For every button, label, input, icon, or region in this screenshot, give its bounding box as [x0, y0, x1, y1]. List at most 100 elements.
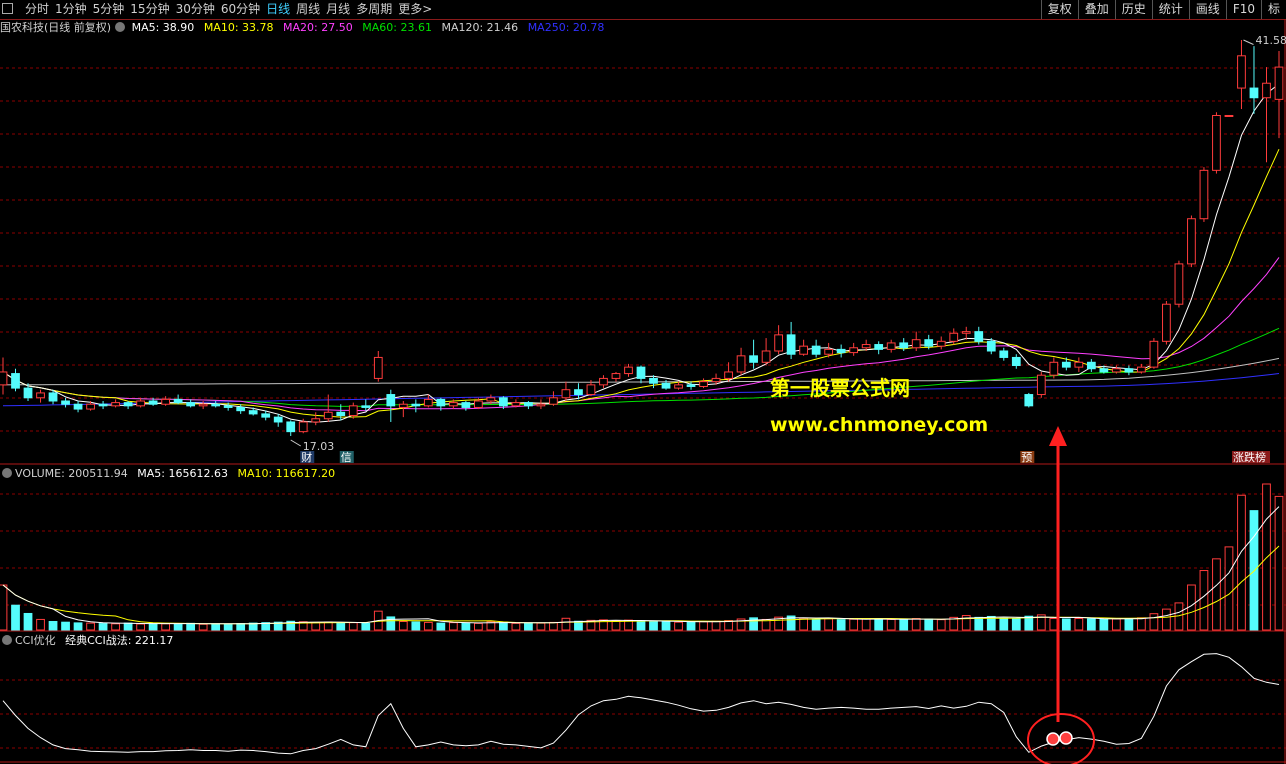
volume-bar: [98, 623, 108, 631]
volume-bar: [549, 621, 558, 631]
candle-body: [486, 397, 496, 402]
volume-bar: [211, 623, 221, 631]
candle-body: [774, 334, 783, 352]
candle-body: [749, 355, 758, 363]
candle-body: [649, 377, 658, 384]
volume-bar: [524, 622, 533, 631]
volume-bar: [499, 621, 508, 631]
candle-body: [36, 392, 45, 399]
candle-body: [236, 406, 246, 412]
candle-body: [811, 345, 821, 355]
volume-bar: [861, 618, 871, 631]
volume-bar: [11, 604, 20, 631]
volume-bar: [1074, 618, 1084, 631]
candle-body: [211, 403, 221, 407]
candle-body: [386, 394, 396, 407]
volume-bar: [711, 620, 721, 631]
candle-body: [1149, 340, 1159, 368]
candle-body: [536, 403, 546, 407]
candle-body: [886, 342, 896, 350]
candle-body: [1036, 374, 1046, 396]
volume-bar: [1124, 618, 1134, 631]
volume-bar: [448, 622, 458, 631]
volume-bar: [436, 622, 446, 631]
volume-bar: [699, 621, 708, 631]
candle-body: [736, 355, 746, 373]
candle-body: [348, 405, 358, 417]
high-price-label: 41.58: [1255, 34, 1286, 47]
volume-bar: [423, 621, 433, 631]
candle-body: [1249, 87, 1259, 99]
candle-body: [499, 397, 508, 407]
candle-body: [11, 373, 20, 389]
volume-bar: [23, 612, 33, 631]
candle-body: [423, 398, 433, 407]
volume-bar: [1061, 618, 1071, 631]
volume-bar: [1011, 618, 1021, 631]
volume-bar: [1149, 613, 1159, 631]
candle-body: [1162, 303, 1171, 342]
kline-chart[interactable]: 41.5817.03财信预涨跌榜第一股票公式网www.chnmoney.com: [0, 0, 1286, 764]
volume-bar: [1237, 494, 1246, 631]
volume-bar: [86, 622, 95, 631]
candle-body: [323, 411, 333, 420]
candle-body: [161, 398, 171, 405]
candle-body: [1061, 361, 1071, 368]
candle-body: [73, 403, 83, 410]
candle-body: [949, 332, 959, 342]
candle-body: [1212, 114, 1221, 171]
volume-bar: [1162, 608, 1171, 631]
volume-bar: [686, 621, 696, 631]
volume-bar: [361, 622, 371, 631]
volume-bar: [849, 618, 859, 631]
candle-body: [586, 384, 596, 396]
volume-bar: [161, 623, 171, 631]
volume-bar: [1199, 570, 1209, 631]
candle-body: [624, 366, 633, 375]
volume-bar: [1111, 618, 1121, 631]
volume-bar: [611, 620, 621, 631]
volume-bar: [223, 623, 233, 631]
candle-body: [511, 402, 521, 407]
volume-bar: [824, 618, 834, 631]
candle-body: [1049, 361, 1059, 376]
candle-body: [286, 421, 296, 433]
cci-line: [2, 653, 1280, 755]
volume-bar: [1086, 618, 1096, 631]
volume-bar: [674, 621, 683, 631]
volume-bar: [874, 618, 884, 631]
candle-body: [273, 416, 283, 423]
candle-body: [1224, 114, 1234, 117]
candle-body: [549, 397, 558, 405]
volume-bar: [799, 617, 809, 631]
volume-bar: [661, 621, 671, 631]
candle-body: [699, 381, 708, 387]
candle-body: [448, 402, 458, 407]
candle-body: [986, 340, 996, 352]
volume-bar: [73, 622, 83, 631]
candle-body: [0, 371, 8, 386]
candle-body: [911, 339, 921, 349]
candle-body: [61, 400, 70, 405]
volume-bar: [61, 621, 70, 631]
candle-body: [761, 350, 771, 363]
volume-bar: [186, 622, 196, 631]
volume-bar: [974, 616, 984, 631]
candle-body: [1274, 66, 1284, 100]
marker-zhangdiebang: 涨跌榜: [1233, 450, 1266, 464]
volume-bar: [473, 622, 483, 631]
volume-bar: [1212, 558, 1221, 631]
watermark-url: www.chnmoney.com: [770, 414, 988, 436]
candle-body: [461, 402, 471, 408]
candle-body: [361, 405, 371, 408]
candle-body: [1024, 394, 1034, 407]
volume-bar: [1224, 546, 1234, 631]
volume-bar: [1262, 483, 1271, 631]
candle-body: [1174, 263, 1184, 305]
volume-bar: [1249, 510, 1259, 631]
candle-body: [1099, 368, 1109, 373]
candle-body: [123, 402, 133, 407]
volume-bar: [561, 617, 571, 631]
candle-body: [198, 403, 208, 407]
candle-body: [961, 331, 971, 334]
